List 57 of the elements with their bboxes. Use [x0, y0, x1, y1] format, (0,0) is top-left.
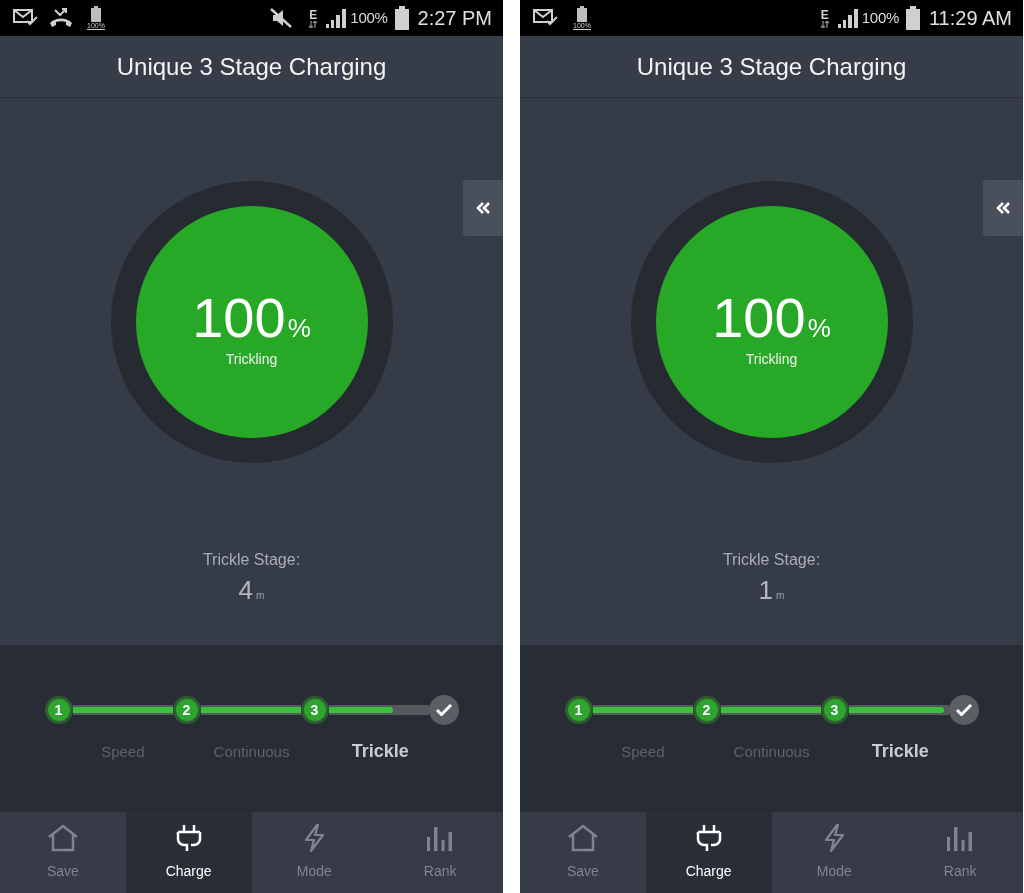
stage-time-value: 1	[758, 576, 774, 604]
mail-check-icon	[13, 9, 39, 27]
battery-icon	[394, 6, 409, 30]
nav-tab[interactable]: Charge	[645, 812, 772, 893]
double-chevron-icon	[475, 201, 491, 215]
nav-tab[interactable]: Charge	[125, 812, 252, 893]
stage-name: Trickle	[871, 740, 929, 762]
data-arrows-icon	[819, 20, 830, 28]
battery-percent: 100%	[350, 7, 388, 28]
bar-chart-icon	[946, 825, 975, 851]
percent-sign: %	[807, 315, 831, 341]
stage-label: Trickle Stage:	[202, 550, 301, 570]
step-marker: 1	[44, 696, 73, 724]
signal-icon	[837, 8, 860, 28]
stage-name: Speed	[101, 742, 145, 762]
charge-status: Trickling	[745, 350, 798, 368]
stage-time-unit: m	[256, 590, 265, 602]
charge-status: Trickling	[225, 350, 278, 368]
stage-time-unit: m	[776, 590, 785, 602]
network-type-text: E	[309, 8, 318, 21]
house-icon	[46, 824, 79, 852]
plug-icon	[695, 824, 722, 852]
charge-percent: 100	[712, 290, 806, 346]
house-icon	[566, 824, 599, 852]
step-marker: 2	[692, 696, 721, 724]
bar-chart-icon	[426, 825, 455, 851]
mail-check-icon	[533, 9, 559, 27]
lightning-icon	[823, 824, 846, 852]
stage-name: Continuous	[213, 742, 290, 762]
battery-percent: 100%	[861, 7, 899, 28]
stage-label: Trickle Stage:	[722, 550, 821, 570]
step-marker: 3	[300, 696, 329, 724]
stage-time-value: 4	[238, 576, 254, 604]
side-panel-button[interactable]	[463, 180, 503, 236]
screen-title: Unique 3 Stage Charging	[116, 51, 387, 82]
lightning-icon	[303, 824, 326, 852]
step-marker: 2	[172, 696, 201, 724]
percent-sign: %	[287, 315, 311, 341]
signal-icon	[326, 8, 349, 28]
clock-time: 2:27 PM	[417, 6, 492, 31]
charge-percent: 100	[192, 290, 286, 346]
network-type-text: E	[820, 8, 829, 21]
data-arrows-icon	[308, 20, 319, 28]
battery-icon	[575, 6, 588, 22]
side-panel-button[interactable]	[983, 180, 1023, 236]
step-marker: 1	[564, 696, 593, 724]
step-marker: 3	[820, 696, 849, 724]
double-chevron-icon	[995, 201, 1011, 215]
plug-icon	[175, 824, 202, 852]
stage-name: Continuous	[733, 742, 810, 762]
battery-icon	[89, 6, 102, 22]
clock-time: 11:29 AM	[928, 6, 1012, 31]
stage-name: Trickle	[351, 740, 409, 762]
phone-arrow-icon	[49, 8, 73, 28]
battery-icon	[905, 6, 920, 30]
screen-title: Unique 3 Stage Charging	[636, 51, 907, 82]
stage-name: Speed	[621, 742, 665, 762]
